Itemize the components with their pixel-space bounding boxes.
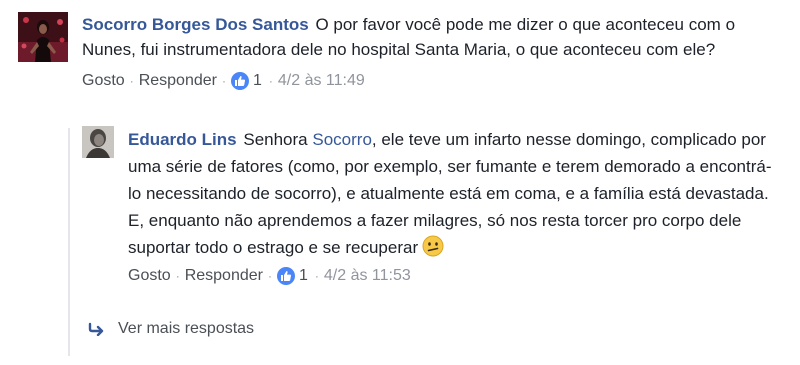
confused-face-icon — [422, 235, 444, 257]
timestamp[interactable]: 4/2 às 11:49 — [278, 72, 365, 90]
avatar[interactable] — [18, 12, 68, 62]
separator: · — [175, 269, 180, 283]
like-button[interactable]: Gosto — [82, 72, 125, 90]
reply-comment: Eduardo Lins Senhora Socorro, ele teve u… — [82, 126, 782, 285]
separator: · — [267, 269, 272, 283]
comment-text: Eduardo Lins Senhora Socorro, ele teve u… — [128, 126, 778, 261]
mention-link[interactable]: Socorro — [312, 130, 372, 149]
comment: Socorro Borges Dos Santos O por favor vo… — [18, 12, 788, 90]
separator: · — [268, 74, 273, 88]
avatar[interactable] — [82, 126, 114, 158]
separator: · — [221, 74, 226, 88]
more-replies-link[interactable]: Ver mais respostas — [88, 320, 254, 338]
comment-body-start: Senhora — [243, 130, 308, 149]
profile-photo — [18, 12, 68, 62]
like-count[interactable]: 1 — [253, 72, 262, 90]
comment-text: Socorro Borges Dos Santos O por favor vo… — [82, 12, 782, 62]
reply-arrow-icon — [88, 322, 104, 336]
separator: · — [129, 74, 134, 88]
timestamp[interactable]: 4/2 às 11:53 — [324, 267, 411, 285]
reply-thread-line — [68, 128, 70, 356]
comment-actions: Gosto · Responder · 1 · 4/2 às 11:49 — [82, 72, 782, 90]
thumbs-up-icon[interactable] — [276, 267, 295, 285]
reply-button[interactable]: Responder — [139, 72, 217, 90]
author-name[interactable]: Socorro Borges Dos Santos — [82, 15, 309, 34]
author-name[interactable]: Eduardo Lins — [128, 130, 237, 149]
comment-actions: Gosto · Responder · 1 · 4/2 às 11:53 — [128, 267, 778, 285]
profile-photo — [82, 126, 114, 158]
more-replies-label[interactable]: Ver mais respostas — [118, 320, 254, 338]
reply-button[interactable]: Responder — [185, 267, 263, 285]
like-count[interactable]: 1 — [299, 267, 308, 285]
thumbs-up-icon[interactable] — [230, 72, 249, 90]
separator: · — [314, 269, 319, 283]
like-button[interactable]: Gosto — [128, 267, 171, 285]
